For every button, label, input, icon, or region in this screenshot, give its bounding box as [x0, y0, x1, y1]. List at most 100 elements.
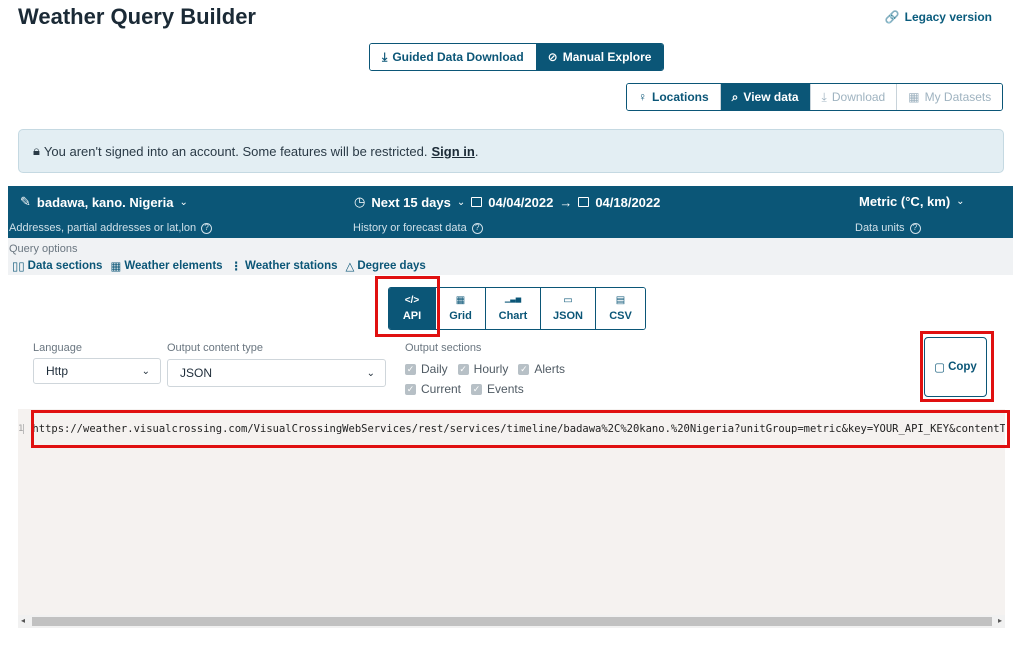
scrollbar-thumb[interactable]	[32, 617, 992, 626]
tab-locations[interactable]: ♀ Locations	[627, 84, 720, 110]
chevron-down-icon: ⌄	[366, 367, 375, 379]
tab-my-datasets-label: My Datasets	[924, 90, 992, 104]
checkbox-check-icon: ✓	[405, 383, 416, 395]
manual-explore-button[interactable]: ⊘ Manual Explore	[535, 44, 664, 70]
location-hint-text: Addresses, partial addresses or lat,lon	[9, 222, 197, 234]
query-options-links: ▯▯ Data sections ▦ Weather elements ⋮ We…	[12, 259, 426, 273]
tab-locations-label: Locations	[652, 90, 709, 104]
legacy-version-link[interactable]: 🔗 Legacy version	[885, 10, 992, 24]
daily-label: Daily	[421, 362, 448, 376]
weather-elements-link[interactable]: ▦ Weather elements	[110, 259, 222, 273]
horizontal-scrollbar[interactable]: ◂ ▸	[18, 615, 1005, 628]
tab-csv[interactable]: ▤ CSV	[595, 288, 645, 329]
bar-chart-icon: ▁▃▅	[504, 295, 522, 303]
alerts-label: Alerts	[534, 362, 566, 376]
checkbox-check-icon: ✓	[518, 363, 530, 375]
guided-data-download-button[interactable]: ⤓ Guided Data Download	[370, 44, 536, 70]
checkbox-check-icon: ✓	[471, 383, 483, 395]
calendar-icon[interactable]	[471, 197, 483, 207]
units-hint-text: Data units	[855, 222, 905, 234]
pin-icon: ♀	[638, 90, 647, 104]
content-type-value: JSON	[180, 366, 213, 380]
query-options-label: Query options	[9, 243, 78, 255]
help-icon[interactable]: ?	[201, 222, 213, 234]
language-value: Http	[46, 364, 69, 378]
data-sections-link[interactable]: ▯▯ Data sections	[12, 259, 102, 273]
tab-chart[interactable]: ▁▃▅ Chart	[485, 288, 540, 329]
help-icon[interactable]: ?	[471, 222, 483, 234]
sign-in-link[interactable]: Sign in	[431, 144, 474, 159]
language-label: Language	[33, 342, 82, 354]
stations-icon: ⋮	[230, 261, 243, 273]
tab-json[interactable]: ▭ JSON	[540, 288, 595, 329]
weather-stations-label: Weather stations	[245, 260, 338, 272]
grid-icon: ▦	[455, 294, 466, 306]
tab-view-data[interactable]: ⌕ View data	[719, 84, 810, 110]
checkbox-check-icon: ✓	[457, 363, 469, 375]
help-icon[interactable]: ?	[909, 222, 921, 234]
hourly-label: Hourly	[473, 362, 509, 376]
tab-chart-label: Chart	[498, 309, 528, 322]
tab-download-label: Download	[831, 90, 886, 104]
units-hint: Data units ?	[855, 222, 921, 234]
elements-icon: ▦	[110, 261, 122, 273]
lock-icon: 🔒︎	[33, 143, 40, 158]
output-sections-row-2: ✓ Current ✓ Events	[405, 382, 528, 396]
tab-grid[interactable]: ▦ Grid	[435, 288, 485, 329]
sign-in-alert: 🔒︎ You aren't signed into an account. So…	[18, 129, 1004, 173]
content-type-select[interactable]: JSON ⌄	[167, 359, 386, 387]
tab-my-datasets[interactable]: ▦ My Datasets	[896, 84, 1003, 110]
date-range-selector[interactable]: ◷ Next 15 days ⌄ 04/04/2022 → 04/18/2022	[354, 194, 660, 210]
calendar-icon[interactable]	[578, 197, 590, 207]
file-icon: ▭	[563, 294, 573, 306]
scroll-left-icon[interactable]: ◂	[21, 616, 25, 625]
date-range-value: Next 15 days	[371, 194, 451, 210]
chevron-down-icon: ⌄	[179, 196, 188, 208]
download-icon: ⤓	[821, 89, 827, 104]
tab-csv-label: CSV	[609, 309, 632, 322]
grid-icon: ▦	[908, 90, 920, 104]
chevron-down-icon: ⌄	[456, 196, 466, 208]
degree-days-label: Degree days	[357, 260, 426, 272]
events-label: Events	[487, 382, 524, 396]
output-sections-label: Output sections	[405, 342, 482, 354]
chevron-down-icon: ⌄	[956, 196, 965, 207]
legacy-version-label: Legacy version	[904, 10, 992, 24]
location-hint: Addresses, partial addresses or lat,lon …	[9, 222, 213, 234]
chevron-down-icon: ⌄	[141, 365, 150, 377]
degree-days-link[interactable]: △ Degree days	[346, 259, 426, 273]
scroll-right-icon[interactable]: ▸	[998, 616, 1002, 625]
current-checkbox[interactable]: ✓ Current	[405, 382, 461, 396]
tab-grid-label: Grid	[449, 309, 472, 322]
location-selector[interactable]: ✎ badawa, kano. Nigeria ⌄	[20, 194, 188, 210]
end-date[interactable]: 04/18/2022	[595, 195, 660, 210]
alert-text: You aren't signed into an account. Some …	[43, 143, 428, 159]
highlight-api-url	[31, 410, 1010, 448]
daily-checkbox[interactable]: ✓ Daily	[405, 362, 448, 376]
weather-stations-link[interactable]: ⋮ Weather stations	[231, 259, 338, 273]
query-bar: ✎ badawa, kano. Nigeria ⌄ Addresses, par…	[8, 186, 1013, 238]
language-select[interactable]: Http ⌄	[33, 358, 161, 384]
spreadsheet-icon: ▤	[615, 294, 626, 306]
events-checkbox[interactable]: ✓ Events	[471, 382, 524, 396]
sections-icon: ▯▯	[12, 261, 25, 273]
alerts-checkbox[interactable]: ✓ Alerts	[518, 362, 565, 376]
tab-json-label: JSON	[553, 309, 583, 322]
content-type-label: Output content type	[167, 342, 264, 354]
tab-view-data-label: View data	[743, 90, 799, 104]
hourly-checkbox[interactable]: ✓ Hourly	[457, 362, 509, 376]
date-hint: History or forecast data ?	[353, 222, 483, 234]
arrow-right-icon: →	[559, 194, 573, 210]
tab-download[interactable]: ⤓ Download	[809, 84, 897, 110]
units-value: Metric (°C, km)	[859, 194, 951, 209]
download-icon: ⤓	[382, 49, 388, 64]
guided-data-download-label: Guided Data Download	[392, 50, 524, 64]
pencil-icon: ✎	[20, 194, 31, 209]
highlight-copy-button	[920, 331, 994, 402]
page-title: Weather Query Builder	[18, 4, 256, 29]
location-value: badawa, kano. Nigeria	[36, 194, 174, 210]
start-date[interactable]: 04/04/2022	[488, 195, 553, 210]
units-selector[interactable]: Metric (°C, km) ⌄	[859, 194, 965, 209]
nav-tabs: ♀ Locations ⌕ View data ⤓ Download ▦ My …	[626, 83, 1004, 111]
alert-suffix: .	[474, 143, 479, 159]
